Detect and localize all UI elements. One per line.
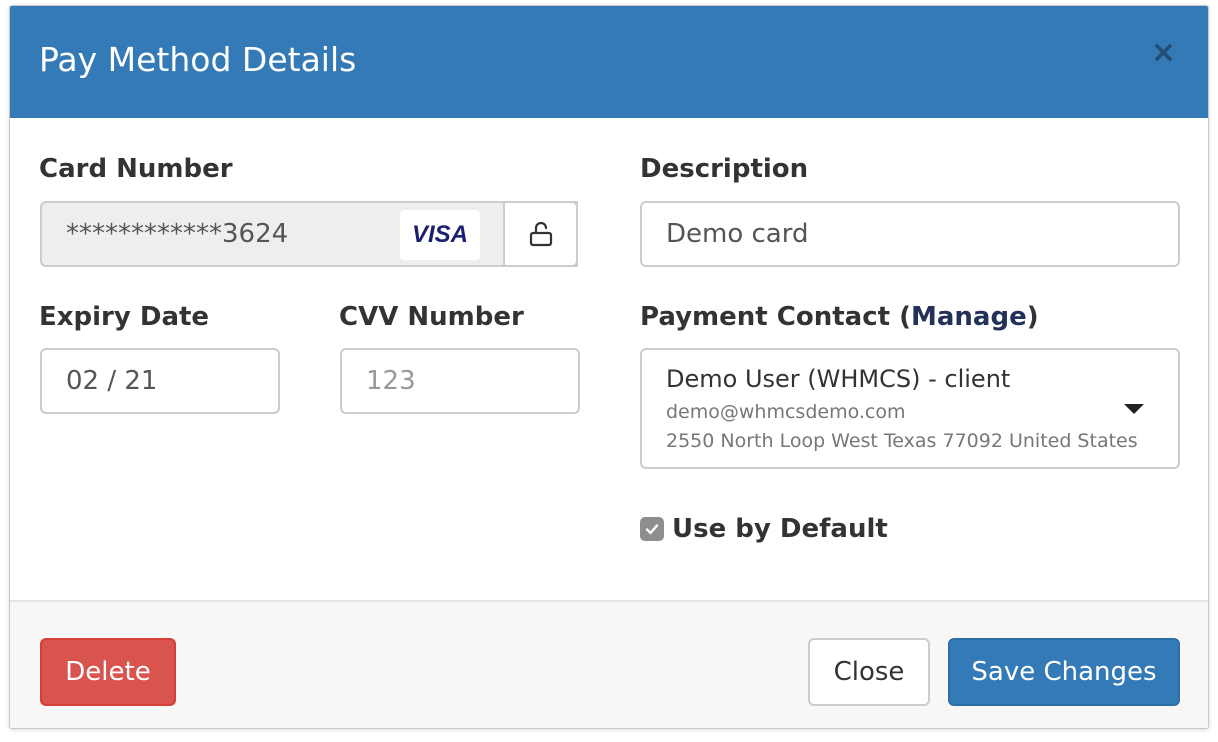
expiry-date-input[interactable]: 02 / 21 bbox=[40, 348, 280, 414]
contact-name: Demo User (WHMCS) - client bbox=[666, 365, 1011, 393]
card-number-field: ************3624 VISA bbox=[40, 201, 578, 267]
open-paren: ( bbox=[890, 302, 911, 332]
modal-footer: Delete Close Save Changes bbox=[10, 600, 1208, 728]
expiry-date-label: Expiry Date bbox=[39, 302, 210, 332]
card-number-label: Card Number bbox=[39, 154, 233, 184]
payment-contact-label: Payment Contact (Manage) bbox=[640, 301, 1039, 333]
use-by-default-checkbox[interactable] bbox=[640, 517, 664, 541]
close-icon[interactable]: × bbox=[1151, 36, 1176, 70]
close-paren: ) bbox=[1026, 302, 1039, 332]
card-number-value: ************3624 bbox=[66, 219, 289, 249]
payment-contact-label-text: Payment Contact bbox=[640, 302, 891, 332]
card-brand-label: VISA bbox=[411, 221, 468, 248]
modal-header: Pay Method Details × bbox=[10, 6, 1208, 118]
caret-down-icon bbox=[1124, 404, 1144, 414]
delete-button[interactable]: Delete bbox=[40, 638, 176, 706]
cvv-placeholder: 123 bbox=[366, 366, 416, 396]
cvv-number-label: CVV Number bbox=[339, 302, 524, 332]
use-by-default-label: Use by Default bbox=[672, 514, 888, 544]
cvv-input[interactable]: 123 bbox=[340, 348, 580, 414]
contact-email: demo@whmcsdemo.com bbox=[666, 401, 906, 423]
modal-title: Pay Method Details bbox=[39, 40, 357, 79]
unlock-card-button[interactable] bbox=[503, 201, 578, 267]
visa-card-icon: VISA bbox=[400, 210, 480, 260]
close-button[interactable]: Close bbox=[808, 638, 930, 706]
description-input[interactable]: Demo card bbox=[640, 201, 1180, 267]
use-by-default-option[interactable]: Use by Default bbox=[640, 512, 888, 546]
payment-contact-select[interactable]: Demo User (WHMCS) - client demo@whmcsdem… bbox=[640, 348, 1180, 469]
contact-address: 2550 North Loop West Texas 77092 United … bbox=[666, 430, 1138, 452]
manage-contacts-link[interactable]: Manage bbox=[911, 302, 1027, 332]
unlock-icon bbox=[529, 221, 552, 247]
checkmark-icon bbox=[645, 524, 659, 535]
description-label: Description bbox=[640, 154, 809, 184]
save-changes-button[interactable]: Save Changes bbox=[948, 638, 1180, 706]
pay-method-modal: Pay Method Details × Card Number *******… bbox=[9, 5, 1209, 729]
